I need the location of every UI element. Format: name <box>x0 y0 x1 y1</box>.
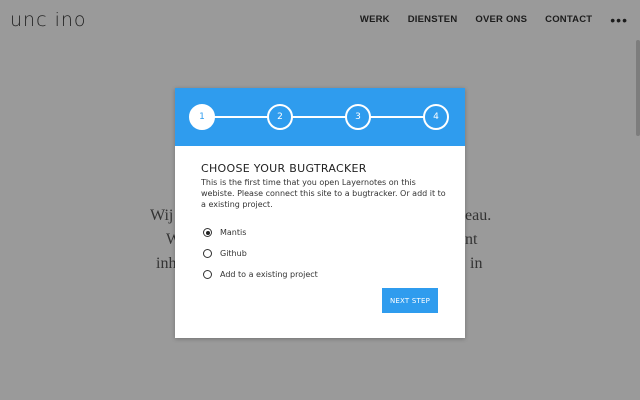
step-1-indicator[interactable]: 1 <box>189 104 215 130</box>
background-text-line1-left: Wij <box>150 207 174 224</box>
bugtracker-options: Mantis Github Add to a existing project <box>203 222 318 285</box>
background-text-line3-left: inh <box>156 255 177 272</box>
nav-item-contact[interactable]: CONTACT <box>545 14 592 25</box>
option-github[interactable]: Github <box>203 243 318 264</box>
dialog-title: CHOOSE YOUR BUGTRACKER <box>201 162 367 175</box>
radio-existing-project[interactable] <box>203 270 212 279</box>
step-4-indicator[interactable]: 4 <box>423 104 449 130</box>
top-navigation-bar: unc ino WERK DIENSTEN OVER ONS CONTACT •… <box>0 0 640 42</box>
background-text-line3-right: in <box>470 255 483 272</box>
background-text-line1-right: eau. <box>465 207 492 224</box>
nav-item-over-ons[interactable]: OVER ONS <box>475 14 527 25</box>
setup-wizard-dialog: 1 2 3 4 CHOOSE YOUR BUGTRACKER This is t… <box>175 88 465 338</box>
site-logo[interactable]: unc ino <box>10 9 87 31</box>
page-scrollbar[interactable] <box>636 40 640 136</box>
option-mantis[interactable]: Mantis <box>203 222 318 243</box>
option-mantis-label: Mantis <box>220 228 247 237</box>
radio-mantis[interactable] <box>203 228 212 237</box>
step-2-indicator[interactable]: 2 <box>267 104 293 130</box>
background-text-line2-right: nt <box>465 231 478 248</box>
next-step-button[interactable]: NEXT STEP <box>382 288 438 313</box>
wizard-stepper: 1 2 3 4 <box>175 88 465 146</box>
more-menu-icon[interactable]: ••• <box>610 13 628 27</box>
radio-github[interactable] <box>203 249 212 258</box>
step-3-indicator[interactable]: 3 <box>345 104 371 130</box>
nav-item-diensten[interactable]: DIENSTEN <box>408 14 458 25</box>
option-existing-project[interactable]: Add to a existing project <box>203 264 318 285</box>
stepper-connector-line <box>202 116 436 118</box>
option-existing-project-label: Add to a existing project <box>220 270 318 279</box>
nav-item-werk[interactable]: WERK <box>360 14 390 25</box>
main-nav: WERK DIENSTEN OVER ONS CONTACT ••• <box>360 13 628 27</box>
dialog-description: This is the first time that you open Lay… <box>201 178 446 209</box>
option-github-label: Github <box>220 249 247 258</box>
